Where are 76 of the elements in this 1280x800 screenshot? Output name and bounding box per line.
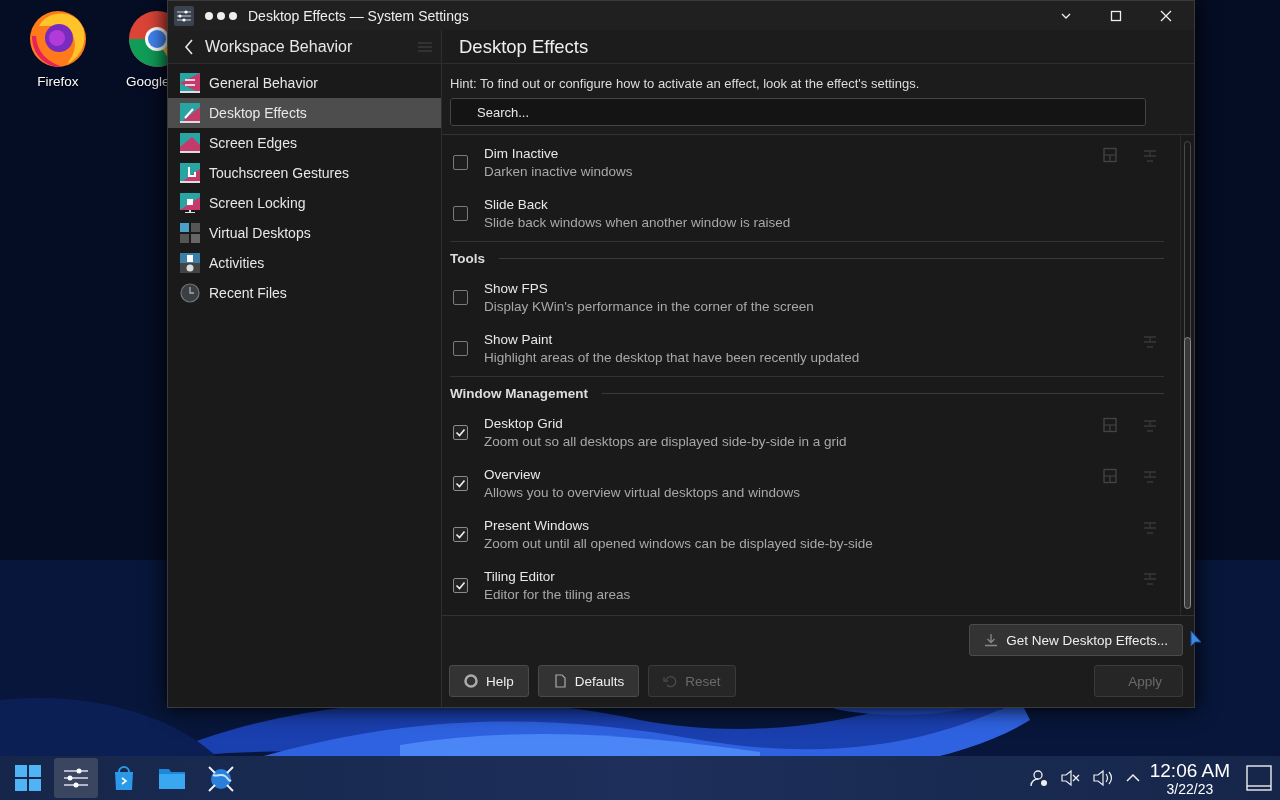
- sliders-icon: [180, 73, 200, 93]
- checkbox[interactable]: [453, 206, 468, 221]
- maximize-icon: [1110, 9, 1122, 22]
- search-field[interactable]: Search...: [450, 98, 1146, 126]
- effect-description: Slide back windows when another window is raised: [484, 215, 792, 230]
- sidebar-item[interactable]: Recent Files: [168, 278, 441, 308]
- effect-name: Dim Inactive: [484, 146, 560, 161]
- effect-name: Present Windows: [484, 518, 591, 533]
- settings-icon[interactable]: [174, 5, 194, 26]
- hand-icon: [180, 163, 200, 183]
- screen-icon: [180, 133, 200, 153]
- sidebar-item[interactable]: Virtual Desktops: [168, 218, 441, 248]
- clock-icon: [180, 283, 200, 303]
- taskbar-button[interactable]: [54, 758, 98, 798]
- sidebar-title: Workspace Behavior: [205, 37, 354, 56]
- checkmark-icon: [455, 580, 466, 591]
- checkmark-icon: [455, 427, 466, 438]
- scrollbar[interactable]: [1180, 135, 1194, 615]
- close-icon: [1160, 9, 1172, 22]
- grid-icon: [180, 223, 200, 243]
- checkbox[interactable]: [453, 425, 468, 440]
- globe-icon: [205, 763, 235, 793]
- clock-time[interactable]: 12:06 AM: [1149, 760, 1230, 780]
- more-icon[interactable]: [204, 10, 238, 21]
- sidebar-item[interactable]: Desktop Effects: [168, 98, 441, 128]
- undo-icon: [663, 674, 678, 688]
- effect-name: Desktop Grid: [484, 416, 564, 431]
- effect-description: Darken inactive windows: [484, 164, 634, 179]
- effect-name: Slide Back: [484, 197, 549, 212]
- effect-description: Zoom out until all opened windows can be displayed side-by-side: [484, 536, 874, 551]
- lock-icon: [180, 193, 200, 213]
- effect-name: Overview: [484, 467, 542, 482]
- checkbox[interactable]: [453, 476, 468, 491]
- document-icon: [552, 674, 567, 688]
- checkbox[interactable]: [453, 527, 468, 542]
- mute-icon[interactable]: [1059, 769, 1080, 787]
- checkbox[interactable]: [453, 578, 468, 593]
- effect-description: Highlight areas of the desktop that have been recently updated: [484, 350, 861, 365]
- show-desktop-icon[interactable]: [1246, 765, 1272, 791]
- effect-name: Tiling Editor: [484, 569, 556, 584]
- lifebuoy-icon: [464, 674, 478, 688]
- sidebar-item[interactable]: Touchscreen Gestures: [168, 158, 441, 188]
- checkbox[interactable]: [453, 155, 468, 170]
- checkbox[interactable]: [453, 290, 468, 305]
- effect-name: Show FPS: [484, 281, 549, 296]
- checkmark-icon: [455, 478, 466, 489]
- wand-icon: [180, 103, 200, 123]
- clock-date[interactable]: 3/22/23: [1166, 781, 1214, 796]
- sidebar-item[interactable]: Screen Edges: [168, 128, 441, 158]
- desktop-icon-label[interactable]: Google: [126, 74, 170, 89]
- start-icon: [13, 763, 43, 793]
- back-icon[interactable]: [184, 38, 194, 55]
- checkmark-icon: [455, 529, 466, 540]
- caret-up-icon[interactable]: [1125, 773, 1140, 783]
- effect-description: Allows you to overview virtual desktops and windows: [484, 485, 801, 500]
- section-heading: Tools: [450, 250, 485, 266]
- checkbox[interactable]: [453, 341, 468, 356]
- sidebar-item[interactable]: Activities: [168, 248, 441, 278]
- defaults-button[interactable]: Defaults: [537, 665, 640, 697]
- hint-text: Hint: To find out or configure how to activate an effect, look at the effect's settings.: [449, 75, 921, 91]
- user-icon[interactable]: [1029, 769, 1048, 787]
- effect-description: Display KWin's performance in the corner of the screen: [484, 299, 815, 314]
- desktop-icon-label[interactable]: Firefox: [37, 74, 79, 89]
- effect-name: Show Paint: [484, 332, 554, 347]
- section-heading: Window Management: [450, 385, 588, 401]
- effect-description: Editor for the tiling areas: [484, 587, 632, 602]
- page-title: Desktop Effects: [459, 35, 589, 58]
- download-icon: [984, 633, 999, 647]
- sidebar-item[interactable]: Screen Locking: [168, 188, 441, 218]
- activities-icon: [180, 253, 200, 273]
- window-title: Desktop Effects — System Settings: [248, 7, 470, 24]
- volume-icon[interactable]: [1091, 769, 1114, 787]
- effect-description: Zoom out so all desktops are displayed side-by-side in a grid: [484, 434, 848, 449]
- help-button[interactable]: Help: [449, 665, 529, 697]
- sidebar-item[interactable]: General Behavior: [168, 68, 441, 98]
- get-new-effects-button[interactable]: Get New Desktop Effects...: [969, 624, 1183, 656]
